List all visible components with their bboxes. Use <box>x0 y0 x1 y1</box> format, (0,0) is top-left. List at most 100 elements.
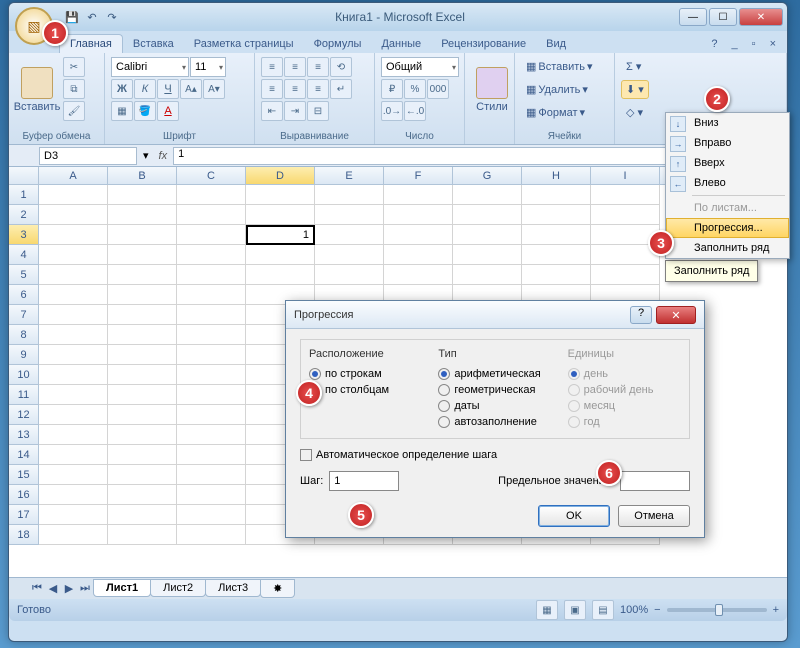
save-icon[interactable]: 💾 <box>63 8 81 26</box>
cell[interactable] <box>246 245 315 265</box>
cell[interactable] <box>108 445 177 465</box>
cell[interactable] <box>246 185 315 205</box>
cell[interactable] <box>39 205 108 225</box>
select-all-corner[interactable] <box>9 167 39 184</box>
cell[interactable] <box>453 245 522 265</box>
redo-icon[interactable]: ↷ <box>103 8 121 26</box>
cells-delete-button[interactable]: ▦ Удалить ▾ <box>521 80 593 99</box>
cell[interactable] <box>315 185 384 205</box>
currency-icon[interactable]: ₽ <box>381 79 403 99</box>
cell[interactable] <box>39 325 108 345</box>
tab-nav-first-icon[interactable]: ⏮ <box>29 582 45 595</box>
indent-dec-icon[interactable]: ⇤ <box>261 101 283 121</box>
minimize-button[interactable]: — <box>679 8 707 26</box>
underline-button[interactable]: Ч <box>157 79 179 99</box>
radio-arith[interactable]: арифметическая <box>438 366 551 382</box>
cell[interactable] <box>39 305 108 325</box>
orientation-icon[interactable]: ⟲ <box>330 57 352 77</box>
cell[interactable] <box>177 345 246 365</box>
cell[interactable] <box>384 185 453 205</box>
cell[interactable] <box>177 285 246 305</box>
cancel-button[interactable]: Отмена <box>618 505 690 527</box>
ok-button[interactable]: OK <box>538 505 610 527</box>
view-normal-icon[interactable]: ▦ <box>536 600 558 620</box>
cell[interactable] <box>108 225 177 245</box>
font-color-icon[interactable]: A <box>157 101 179 121</box>
cell[interactable] <box>108 365 177 385</box>
zoom-out-button[interactable]: − <box>654 604 660 616</box>
view-layout-icon[interactable]: ▣ <box>564 600 586 620</box>
row-header[interactable]: 8 <box>9 325 39 345</box>
cell[interactable] <box>177 405 246 425</box>
align-left-icon[interactable]: ≡ <box>261 79 283 99</box>
tab-insert[interactable]: Вставка <box>123 35 184 53</box>
cell[interactable] <box>177 365 246 385</box>
radio-auto[interactable]: автозаполнение <box>438 414 551 430</box>
cell[interactable] <box>522 185 591 205</box>
cell[interactable] <box>39 505 108 525</box>
font-size-combo[interactable]: 11 <box>190 57 226 77</box>
row-header[interactable]: 7 <box>9 305 39 325</box>
cut-icon[interactable]: ✂ <box>63 57 85 77</box>
cell[interactable] <box>39 265 108 285</box>
cell[interactable] <box>177 525 246 545</box>
align-top-icon[interactable]: ≡ <box>261 57 283 77</box>
cell[interactable] <box>177 185 246 205</box>
dec-decimal-icon[interactable]: ←.0 <box>404 101 426 121</box>
comma-icon[interactable]: 000 <box>427 79 449 99</box>
autosum-button[interactable]: Σ ▾ <box>621 57 646 76</box>
paste-button[interactable]: Вставить <box>15 57 59 123</box>
tab-nav-prev-icon[interactable]: ◀ <box>45 582 61 595</box>
cell[interactable] <box>39 285 108 305</box>
inc-decimal-icon[interactable]: .0→ <box>381 101 403 121</box>
min-ribbon-icon[interactable]: _ <box>727 35 743 53</box>
cell[interactable] <box>453 205 522 225</box>
cell[interactable] <box>591 205 660 225</box>
maximize-button[interactable]: ☐ <box>709 8 737 26</box>
col-header[interactable]: F <box>384 167 453 184</box>
styles-button[interactable]: Стили <box>471 57 513 123</box>
cell[interactable] <box>315 225 384 245</box>
col-header[interactable]: E <box>315 167 384 184</box>
row-header[interactable]: 3 <box>9 225 39 245</box>
cell[interactable] <box>591 185 660 205</box>
number-format-combo[interactable]: Общий <box>381 57 459 77</box>
cell[interactable] <box>108 305 177 325</box>
fill-button[interactable]: ⬇ ▾ <box>621 80 649 99</box>
cell[interactable] <box>108 385 177 405</box>
cell[interactable] <box>108 465 177 485</box>
copy-icon[interactable]: ⧉ <box>63 79 85 99</box>
row-header[interactable]: 2 <box>9 205 39 225</box>
tab-nav-last-icon[interactable]: ⏭ <box>77 582 93 595</box>
dialog-help-button[interactable]: ? <box>630 306 652 324</box>
cell[interactable] <box>39 245 108 265</box>
cell[interactable] <box>177 445 246 465</box>
wrap-text-icon[interactable]: ↵ <box>330 79 352 99</box>
cell[interactable] <box>39 365 108 385</box>
cell[interactable] <box>108 265 177 285</box>
cell[interactable] <box>384 225 453 245</box>
cell[interactable] <box>384 205 453 225</box>
merge-icon[interactable]: ⊟ <box>307 101 329 121</box>
cell[interactable] <box>453 225 522 245</box>
cell[interactable] <box>177 385 246 405</box>
row-header[interactable]: 11 <box>9 385 39 405</box>
row-header[interactable]: 5 <box>9 265 39 285</box>
col-header[interactable]: G <box>453 167 522 184</box>
row-header[interactable]: 14 <box>9 445 39 465</box>
cell[interactable] <box>108 285 177 305</box>
row-header[interactable]: 17 <box>9 505 39 525</box>
cell[interactable] <box>384 245 453 265</box>
cell[interactable] <box>177 225 246 245</box>
restore-workbook-icon[interactable]: ▫ <box>747 35 761 53</box>
cell[interactable] <box>39 445 108 465</box>
cell[interactable] <box>39 425 108 445</box>
cell[interactable] <box>108 345 177 365</box>
cell[interactable] <box>39 525 108 545</box>
cell[interactable] <box>522 245 591 265</box>
undo-icon[interactable]: ↶ <box>83 8 101 26</box>
align-center-icon[interactable]: ≡ <box>284 79 306 99</box>
checkbox-trend[interactable]: Автоматическое определение шага <box>300 447 690 463</box>
italic-button[interactable]: К <box>134 79 156 99</box>
new-sheet-button[interactable]: ✸ <box>260 579 295 598</box>
